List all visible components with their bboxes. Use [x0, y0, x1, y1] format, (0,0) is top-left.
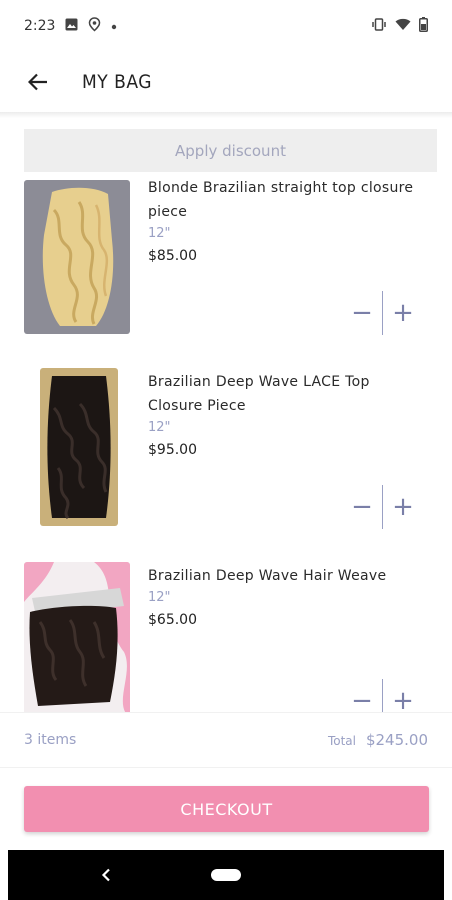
- quantity-stepper: − +: [342, 291, 432, 335]
- cart-list: Blonde Brazilian straight top closure pi…: [0, 172, 452, 712]
- checkout-button[interactable]: CHECKOUT: [24, 786, 429, 832]
- cart-item: Brazilian Deep Wave Hair Weave 12" $65.0…: [0, 560, 452, 712]
- decrement-button[interactable]: −: [342, 679, 382, 712]
- system-nav-bar: [8, 850, 444, 900]
- item-price: $65.00: [148, 612, 197, 628]
- app-bar: MY BAG: [0, 52, 452, 112]
- cart-summary: 3 items Total $245.00: [0, 712, 452, 768]
- item-variant: 12": [148, 420, 171, 435]
- increment-button[interactable]: +: [383, 291, 423, 335]
- nav-back-icon[interactable]: [96, 864, 116, 886]
- nav-home-pill[interactable]: [211, 869, 241, 881]
- status-bar: 2:23: [0, 0, 452, 52]
- item-info: Blonde Brazilian straight top closure pi…: [148, 176, 428, 268]
- arrow-left-icon[interactable]: [26, 70, 50, 94]
- item-name: Brazilian Deep Wave LACE Top Closure Pie…: [148, 374, 370, 414]
- location-icon: [88, 16, 101, 36]
- increment-button[interactable]: +: [383, 485, 423, 529]
- item-variant: 12": [148, 226, 171, 241]
- app-bar-shadow: [0, 112, 452, 118]
- dot-icon: [111, 18, 117, 34]
- image-icon: [65, 18, 78, 35]
- apply-discount-button[interactable]: Apply discount: [24, 129, 437, 172]
- decrement-button[interactable]: −: [342, 291, 382, 335]
- cart-item: Blonde Brazilian straight top closure pi…: [0, 172, 452, 352]
- item-count: 3 items: [24, 732, 77, 748]
- product-image-blonde-closure: [24, 180, 130, 334]
- total-label: Total: [327, 734, 356, 748]
- quantity-stepper: − +: [342, 679, 432, 712]
- total-group: Total $245.00: [328, 731, 428, 749]
- item-name: Brazilian Deep Wave Hair Weave: [148, 568, 387, 584]
- product-image-deep-wave-closure: [40, 368, 118, 526]
- item-variant: 12": [148, 590, 171, 605]
- decrement-button[interactable]: −: [342, 485, 382, 529]
- wifi-icon: [395, 18, 411, 35]
- battery-icon: [419, 16, 428, 36]
- vibrate-icon: [371, 17, 387, 35]
- status-time: 2:23: [24, 18, 56, 34]
- total-value: $245.00: [365, 731, 428, 749]
- item-name: Blonde Brazilian straight top closure pi…: [148, 180, 414, 220]
- item-price: $95.00: [148, 442, 197, 458]
- increment-button[interactable]: +: [383, 679, 423, 712]
- item-info: Brazilian Deep Wave Hair Weave 12" $65.0…: [148, 564, 428, 632]
- quantity-stepper: − +: [342, 485, 432, 529]
- item-price: $85.00: [148, 248, 197, 264]
- cart-item: Brazilian Deep Wave LACE Top Closure Pie…: [0, 366, 452, 546]
- page-title: MY BAG: [82, 71, 152, 93]
- product-image-deep-wave-weave: [24, 562, 130, 712]
- item-info: Brazilian Deep Wave LACE Top Closure Pie…: [148, 370, 428, 462]
